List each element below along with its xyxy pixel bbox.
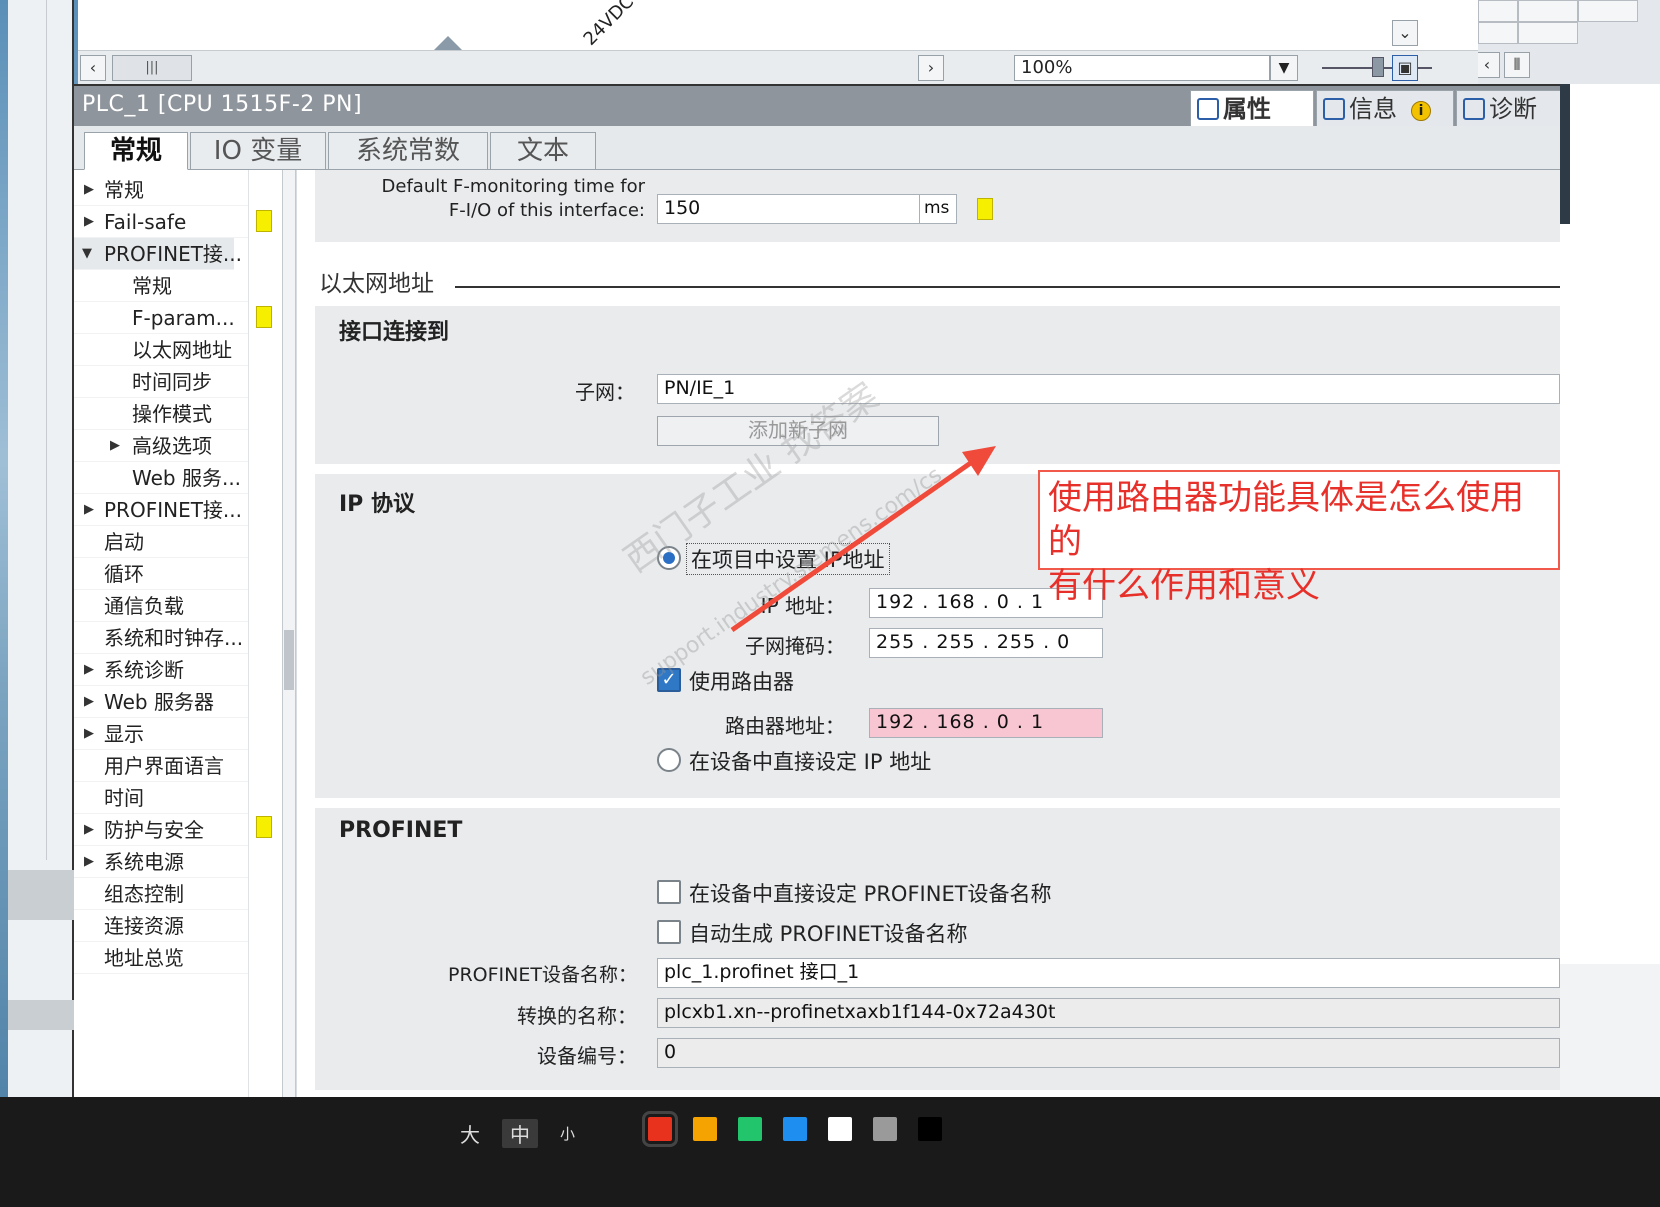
color-swatch[interactable] [873,1117,897,1141]
edge-panel [1560,964,1660,1097]
question-callout: 使用路由器功能具体是怎么使用的 有什么作用和意义 [1038,470,1560,606]
color-swatch[interactable] [738,1117,762,1141]
callout-line1: 使用路由器功能具体是怎么使用的 [1048,478,1524,562]
callout-line2: 有什么作用和意义 [1048,566,1320,606]
scrollbar-edge [1560,84,1570,224]
right-edge [1560,84,1660,1097]
size-medium-button[interactable]: 中 [502,1119,538,1148]
color-swatch[interactable] [642,1111,678,1147]
color-swatch[interactable] [693,1117,717,1141]
annotation-arrow-line [730,459,974,633]
size-large-button[interactable]: 大 [460,1119,480,1148]
color-swatch[interactable] [918,1117,942,1141]
color-swatch[interactable] [828,1117,852,1141]
size-small-button[interactable]: 小 [560,1123,575,1144]
annotation-toolbar: 大 中 小 [0,1097,1660,1207]
annotation-arrow-head [962,446,996,476]
color-swatch[interactable] [783,1117,807,1141]
